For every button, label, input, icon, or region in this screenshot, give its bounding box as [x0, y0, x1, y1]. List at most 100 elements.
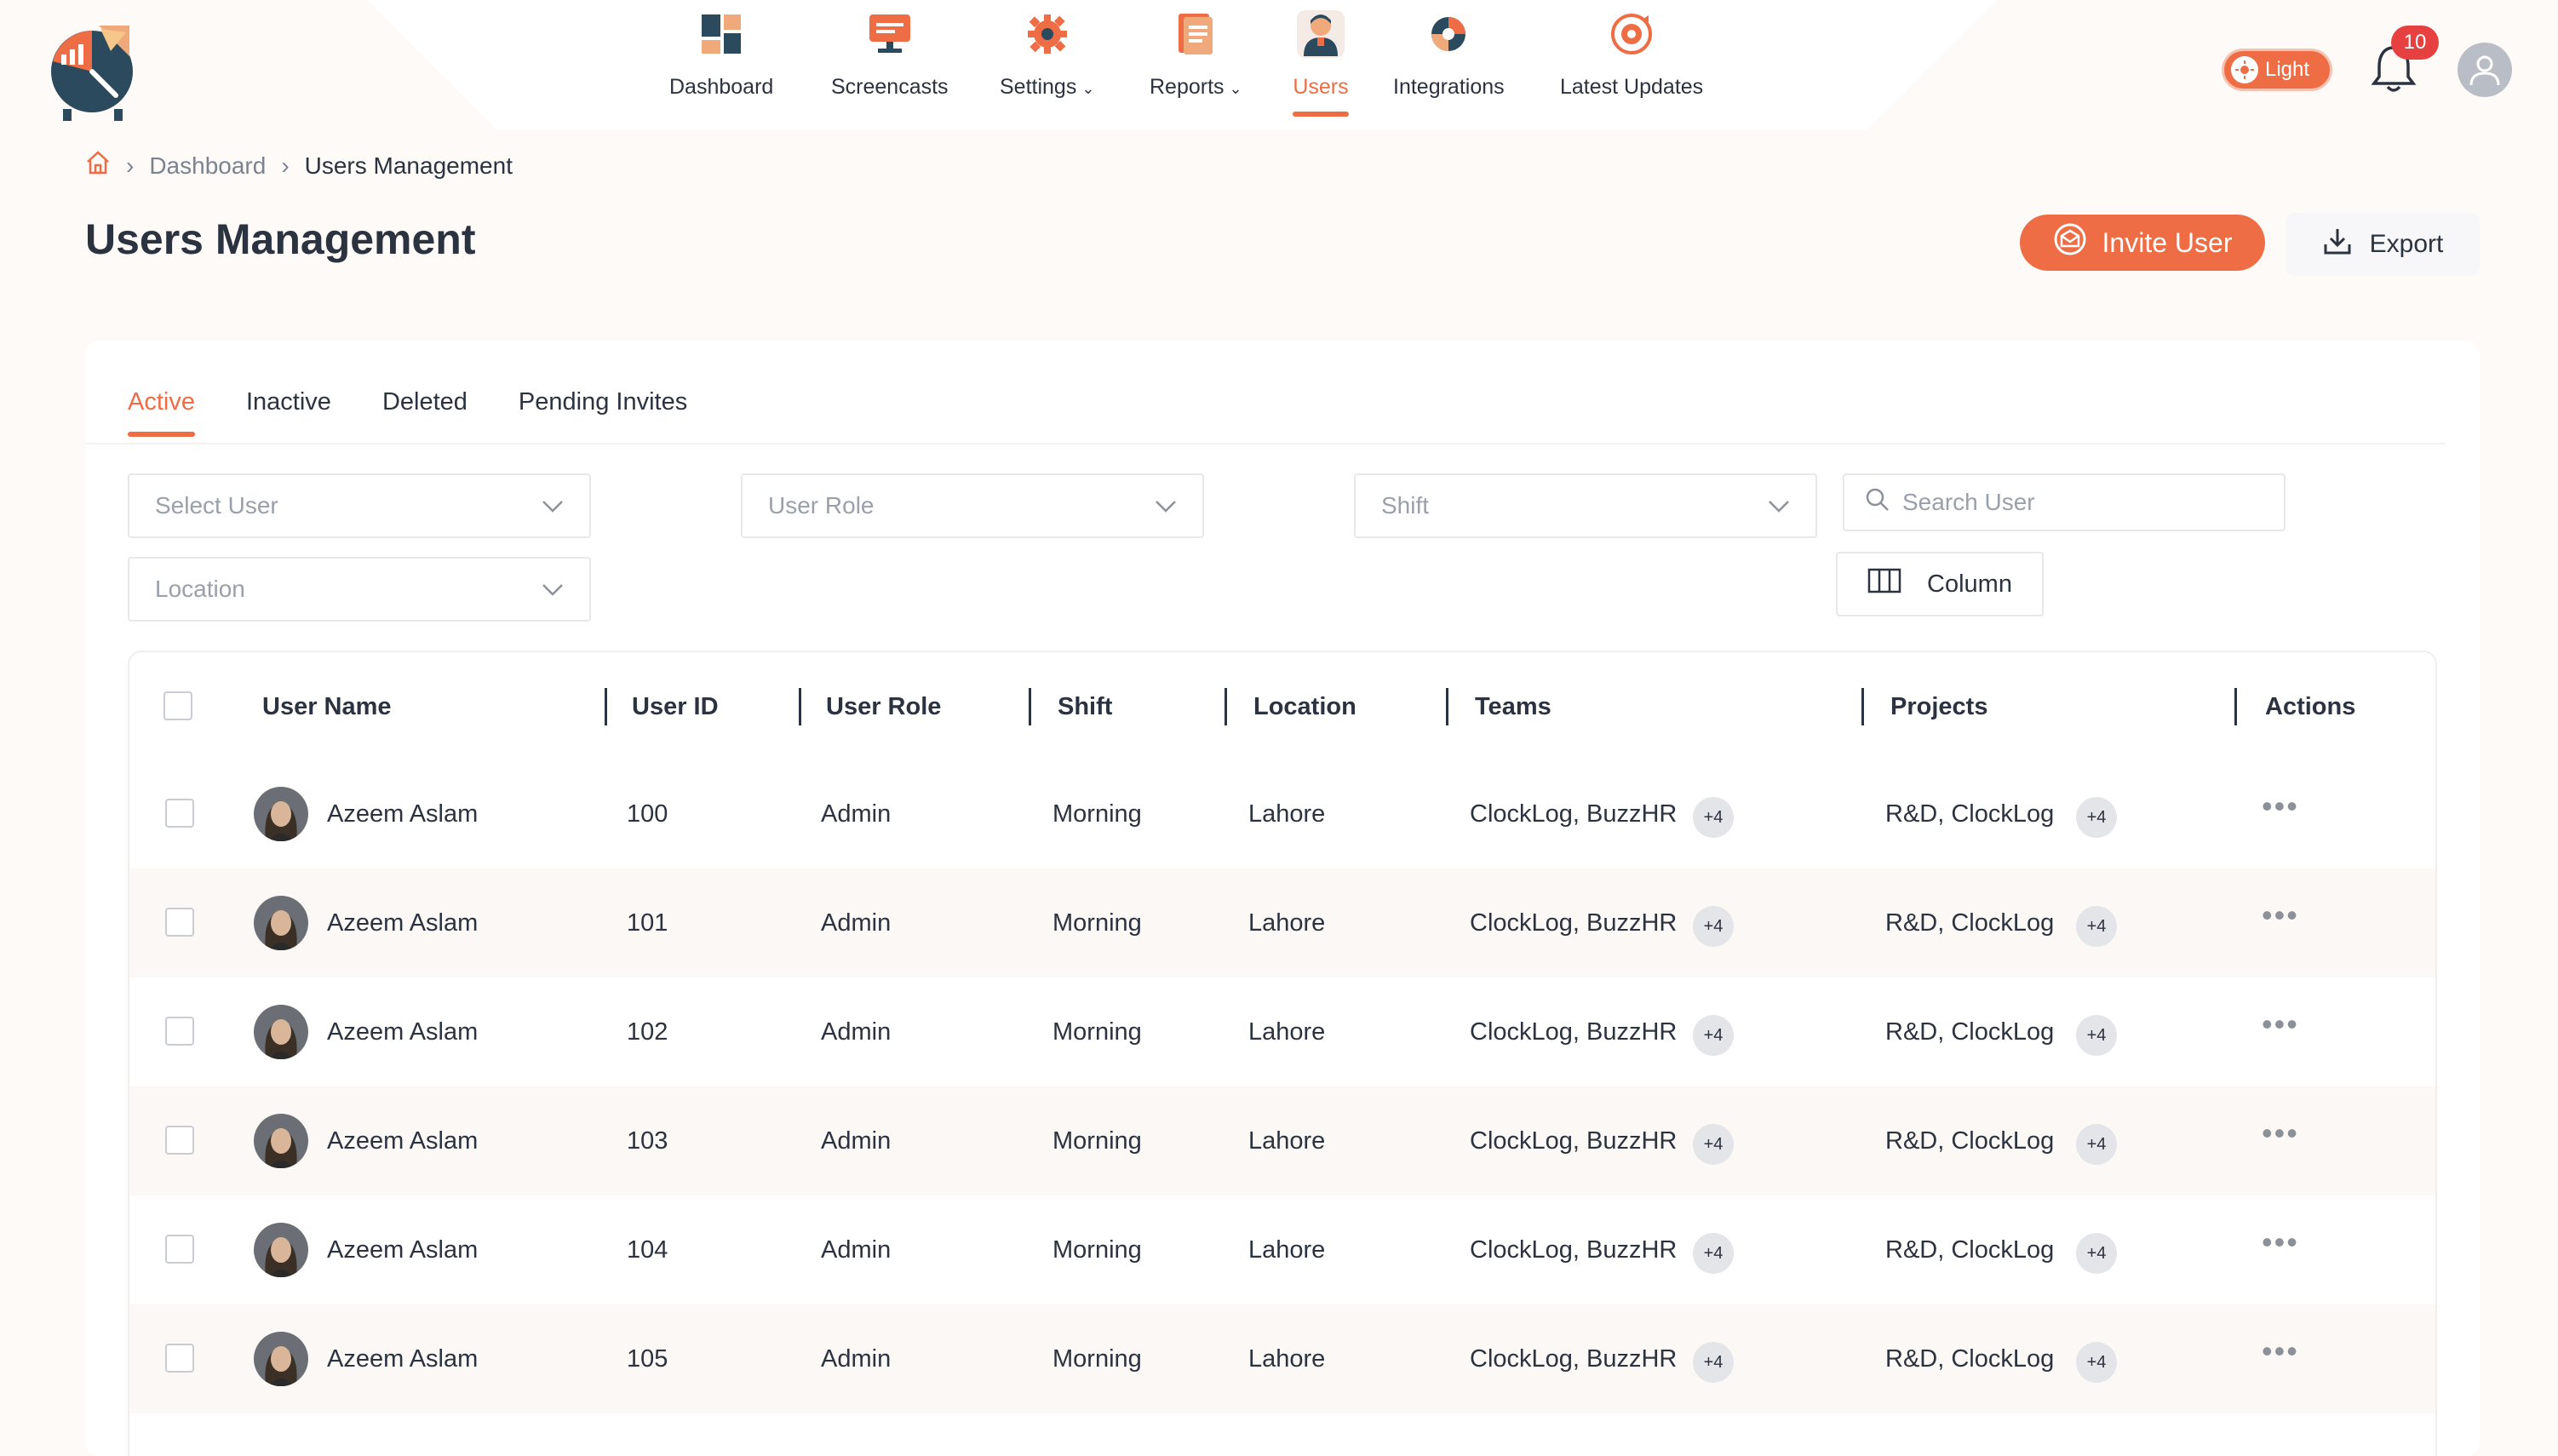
location-dropdown[interactable]: Location	[128, 557, 591, 622]
cell-user-role: Admin	[821, 800, 892, 828]
profile-avatar[interactable]	[2458, 43, 2512, 97]
cell-user-role: Admin	[821, 1018, 892, 1046]
cell-shift: Morning	[1052, 1236, 1142, 1264]
cell-projects: R&D, ClockLog	[1885, 1127, 2055, 1155]
cell-user-id: 105	[627, 1345, 668, 1373]
more-actions-icon[interactable]: •••	[2262, 1006, 2299, 1042]
breadcrumb-separator: ›	[126, 152, 135, 179]
header-actions: Actions	[2265, 693, 2356, 720]
more-actions-icon[interactable]: •••	[2262, 897, 2299, 933]
avatar	[254, 1223, 308, 1277]
theme-toggle[interactable]: Light	[2224, 51, 2330, 89]
updates-icon	[1608, 10, 1655, 58]
cell-location: Lahore	[1248, 1236, 1326, 1264]
tab-deleted[interactable]: Deleted	[382, 388, 467, 437]
cell-teams: ClockLog, BuzzHR	[1470, 800, 1678, 828]
teams-more-badge[interactable]: +4	[1693, 1342, 1734, 1383]
teams-more-badge[interactable]: +4	[1693, 797, 1734, 838]
row-checkbox[interactable]	[165, 1235, 194, 1264]
nav-label: Dashboard	[669, 75, 774, 99]
nav-item-dashboard[interactable]: Dashboard	[669, 10, 773, 129]
row-checkbox[interactable]	[165, 908, 194, 937]
users-table: User Name User ID User Role Shift Locati…	[128, 651, 2437, 1456]
nav-item-latest-updates[interactable]: Latest Updates	[1560, 10, 1703, 129]
table-row[interactable]: Azeem Aslam 101 Admin Morning Lahore Clo…	[129, 868, 2435, 977]
invite-user-label: Invite User	[2102, 226, 2233, 258]
cell-user-id: 104	[627, 1236, 668, 1264]
user-role-placeholder: User Role	[768, 492, 875, 519]
table-row[interactable]: Azeem Aslam 100 Admin Morning Lahore Clo…	[129, 760, 2435, 868]
table-row[interactable]: Azeem Aslam 102 Admin Morning Lahore Clo…	[129, 977, 2435, 1086]
active-indicator	[1293, 112, 1349, 117]
teams-more-badge[interactable]: +4	[1693, 1233, 1734, 1274]
shift-dropdown[interactable]: Shift	[1354, 473, 1817, 538]
projects-more-badge[interactable]: +4	[2076, 1342, 2117, 1383]
avatar	[254, 787, 308, 841]
user-icon	[1297, 10, 1345, 58]
cell-user-name: Azeem Aslam	[327, 1345, 479, 1373]
cell-user-id: 101	[627, 909, 668, 937]
avatar	[254, 1332, 308, 1386]
cell-user-id: 103	[627, 1127, 668, 1155]
mail-icon	[2053, 222, 2087, 263]
header-shift[interactable]: Shift	[1058, 693, 1112, 721]
header-teams[interactable]: Teams	[1475, 693, 1551, 721]
row-checkbox[interactable]	[165, 1126, 194, 1155]
header-location[interactable]: Location	[1253, 693, 1356, 721]
table-row[interactable]: Azeem Aslam 103 Admin Morning Lahore Clo…	[129, 1086, 2435, 1195]
cell-user-role: Admin	[821, 1345, 892, 1373]
nav-label: Users	[1293, 75, 1349, 99]
header-user-role[interactable]: User Role	[826, 693, 941, 721]
row-checkbox[interactable]	[165, 799, 194, 828]
select-user-dropdown[interactable]: Select User	[128, 473, 591, 538]
cell-shift: Morning	[1052, 1345, 1142, 1373]
tab-active[interactable]: Active	[128, 388, 195, 437]
table-header: User Name User ID User Role Shift Locati…	[129, 652, 2435, 760]
nav-item-settings[interactable]: Settings ⌄	[1000, 10, 1094, 129]
row-checkbox[interactable]	[165, 1017, 194, 1046]
tab-inactive[interactable]: Inactive	[246, 388, 331, 437]
more-actions-icon[interactable]: •••	[2262, 1115, 2299, 1151]
theme-label: Light	[2265, 58, 2310, 81]
more-actions-icon[interactable]: •••	[2262, 1333, 2299, 1369]
column-button[interactable]: Column	[1836, 552, 2044, 616]
teams-more-badge[interactable]: +4	[1693, 906, 1734, 947]
header-user-id[interactable]: User ID	[632, 693, 719, 721]
table-row[interactable]: Azeem Aslam 105 Admin Morning Lahore Clo…	[129, 1304, 2435, 1413]
projects-more-badge[interactable]: +4	[2076, 797, 2117, 838]
search-input[interactable]: Search User	[1843, 473, 2286, 531]
projects-more-badge[interactable]: +4	[2076, 906, 2117, 947]
notification-badge: 10	[2391, 26, 2439, 60]
nav-label: Integrations	[1393, 75, 1505, 99]
user-role-dropdown[interactable]: User Role	[741, 473, 1204, 538]
cell-projects: R&D, ClockLog	[1885, 1345, 2055, 1373]
nav-item-reports[interactable]: Reports ⌄	[1150, 10, 1242, 129]
breadcrumb-dashboard[interactable]: Dashboard	[149, 152, 266, 180]
chevron-down-icon	[542, 492, 564, 519]
cell-location: Lahore	[1248, 1018, 1326, 1046]
table-row[interactable]: Azeem Aslam 104 Admin Morning Lahore Clo…	[129, 1195, 2435, 1304]
projects-more-badge[interactable]: +4	[2076, 1124, 2117, 1165]
invite-user-button[interactable]: Invite User	[2020, 215, 2265, 271]
more-actions-icon[interactable]: •••	[2262, 788, 2299, 824]
header-projects[interactable]: Projects	[1890, 693, 1987, 721]
header-user-name[interactable]: User Name	[262, 693, 392, 721]
projects-more-badge[interactable]: +4	[2076, 1233, 2117, 1274]
cell-teams: ClockLog, BuzzHR	[1470, 1345, 1678, 1373]
teams-more-badge[interactable]: +4	[1693, 1015, 1734, 1056]
nav-item-users[interactable]: Users	[1293, 10, 1349, 129]
teams-more-badge[interactable]: +4	[1693, 1124, 1734, 1165]
tab-pending-invites[interactable]: Pending Invites	[519, 388, 687, 437]
home-icon[interactable]	[85, 150, 111, 181]
more-actions-icon[interactable]: •••	[2262, 1224, 2299, 1260]
chevron-down-icon	[542, 576, 564, 603]
chevron-down-icon	[1768, 492, 1790, 519]
nav-item-integrations[interactable]: Integrations	[1393, 10, 1505, 129]
column-label: Column	[1927, 570, 2012, 598]
projects-more-badge[interactable]: +4	[2076, 1015, 2117, 1056]
select-all-checkbox[interactable]	[163, 691, 192, 720]
nav-item-screencasts[interactable]: Screencasts	[831, 10, 949, 129]
row-checkbox[interactable]	[165, 1344, 194, 1373]
breadcrumb: › Dashboard › Users Management	[85, 150, 513, 181]
export-button[interactable]: Export	[2286, 213, 2480, 276]
